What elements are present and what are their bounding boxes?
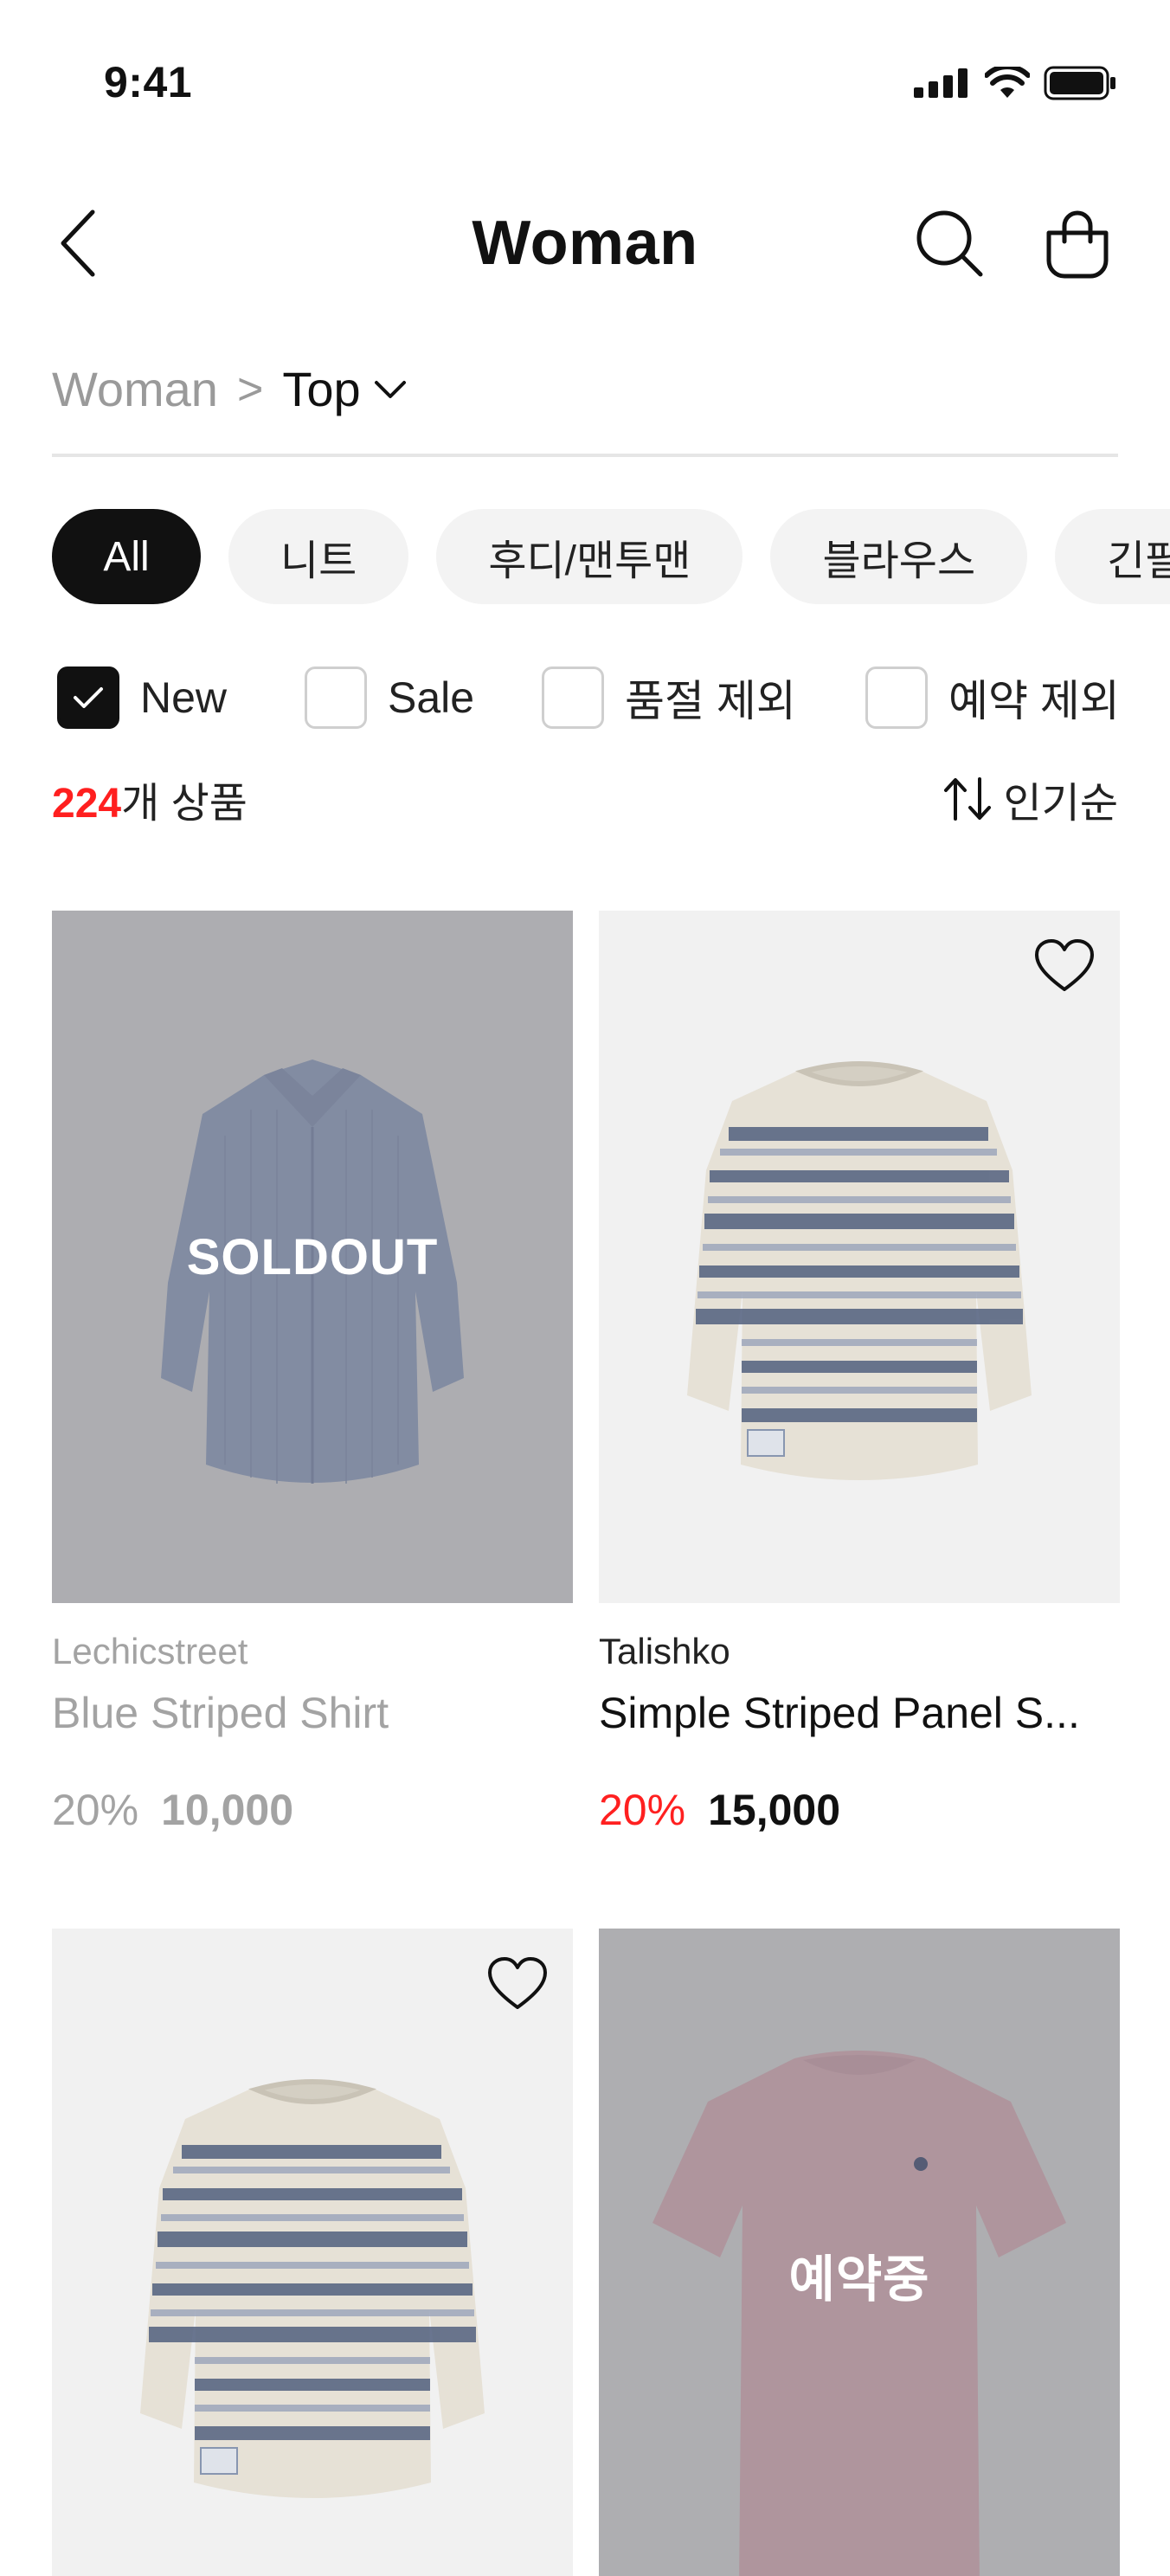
filter-sale-label: Sale — [388, 673, 475, 722]
chip-blouse[interactable]: 블라우스 — [770, 509, 1028, 604]
wishlist-button[interactable] — [481, 1948, 554, 2020]
price-row: 20% 15,000 — [599, 1785, 1120, 1835]
wifi-icon — [985, 67, 1030, 98]
product-brand: Lechicstreet — [52, 1631, 248, 1671]
filter-row: New Sale 품절 제외 예약 제외 — [57, 667, 1122, 732]
breadcrumb-current-label: Top — [282, 362, 361, 416]
product-image[interactable] — [599, 911, 1120, 1603]
battery-icon — [1044, 66, 1115, 100]
breadcrumb: Woman > Top — [52, 357, 1118, 457]
product-card[interactable]: Talishko Simple Striped Panel S... 20% 1… — [599, 911, 1120, 1835]
product-brand: Talishko — [599, 1631, 730, 1671]
filter-exclude-soldout-checkbox[interactable] — [542, 667, 604, 729]
product-price: 15,000 — [708, 1786, 841, 1834]
price-row: 20% 10,000 — [52, 1785, 573, 1835]
result-summary: 224개 상품 인기순 — [52, 769, 1118, 834]
product-card[interactable]: SOLDOUT Lechicstreet Blue Striped Shirt … — [52, 911, 573, 1835]
signal-icon — [914, 68, 968, 98]
product-count-number: 224 — [52, 781, 122, 827]
breadcrumb-separator: > — [236, 364, 264, 415]
chip-long-sleeve[interactable]: 긴팔 — [1055, 509, 1170, 604]
status-icons — [914, 66, 1118, 100]
heart-icon — [488, 1957, 547, 2009]
product-discount: 20% — [599, 1786, 686, 1834]
chip-all[interactable]: All — [52, 509, 201, 604]
breadcrumb-category-dropdown[interactable]: Top — [282, 357, 407, 422]
filter-exclude-soldout-label: 품절 제외 — [625, 677, 796, 725]
cart-icon — [1046, 210, 1109, 279]
filter-sale[interactable]: Sale — [305, 667, 474, 729]
filter-exclude-reserved[interactable]: 예약 제외 — [865, 667, 1120, 729]
product-image[interactable]: 예약중 — [599, 1929, 1120, 2576]
cart-button[interactable] — [1038, 204, 1116, 282]
product-price: 10,000 — [161, 1786, 294, 1834]
product-count-suffix: 개 상품 — [121, 781, 248, 827]
chevron-down-icon — [374, 381, 406, 398]
sort-icon — [943, 777, 991, 821]
product-card[interactable]: 예약중 — [599, 1929, 1120, 2576]
search-button[interactable] — [910, 204, 988, 282]
status-time: 9:41 — [104, 58, 193, 106]
reserved-overlay: 예약중 — [599, 1929, 1120, 2576]
product-name[interactable]: Simple Striped Panel S... — [599, 1688, 1120, 1738]
filter-exclude-soldout[interactable]: 품절 제외 — [542, 667, 796, 729]
product-count: 224개 상품 — [52, 769, 248, 829]
product-card[interactable] — [52, 1929, 573, 2576]
sort-label: 인기순 — [1003, 781, 1118, 827]
heart-icon — [1035, 939, 1094, 991]
filter-sale-checkbox[interactable] — [305, 667, 367, 729]
page-title: Woman — [472, 209, 698, 278]
filter-new[interactable]: New — [57, 667, 227, 729]
check-icon — [74, 687, 103, 708]
header: Woman — [0, 182, 1170, 303]
search-icon — [916, 210, 983, 277]
sweatshirt-image — [52, 1929, 573, 2576]
product-name[interactable]: Blue Striped Shirt — [52, 1688, 573, 1738]
product-image[interactable] — [52, 1929, 573, 2576]
product-image[interactable]: SOLDOUT — [52, 911, 573, 1603]
category-chips: All 니트 후디/맨투맨 블라우스 긴팔 — [52, 509, 1170, 606]
soldout-label: SOLDOUT — [186, 1228, 439, 1285]
product-discount: 20% — [52, 1786, 139, 1834]
filter-exclude-reserved-label: 예약 제외 — [948, 677, 1120, 725]
chip-hoodie-sweatshirt[interactable]: 후디/맨투맨 — [436, 509, 743, 604]
filter-new-checkbox[interactable] — [57, 667, 119, 729]
sort-button[interactable]: 인기순 — [942, 769, 1118, 829]
reserved-label: 예약중 — [788, 2251, 930, 2308]
sweatshirt-image — [599, 911, 1120, 1603]
filter-new-label: New — [140, 673, 228, 722]
chip-knit[interactable]: 니트 — [228, 509, 409, 604]
breadcrumb-root[interactable]: Woman — [52, 357, 218, 422]
filter-exclude-reserved-checkbox[interactable] — [865, 667, 928, 729]
product-list-screen: 9:41 Woman Woman > Top All 니트 후디/맨투맨 블라우… — [0, 0, 1170, 2576]
soldout-overlay: SOLDOUT — [52, 911, 573, 1603]
status-bar: 9:41 — [0, 0, 1170, 164]
wishlist-button[interactable] — [1028, 930, 1101, 1002]
